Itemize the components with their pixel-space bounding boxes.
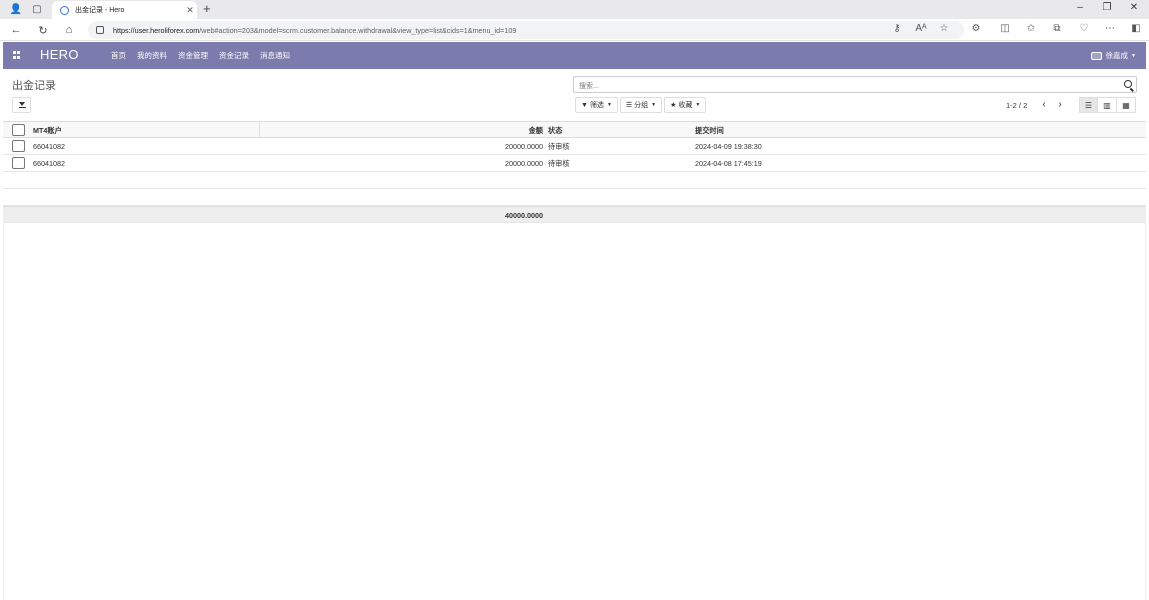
- profile-icon[interactable]: 👤: [9, 3, 23, 16]
- search-placeholder: 搜索...: [579, 83, 599, 90]
- favorites-button[interactable]: ★ 收藏 ▼: [664, 97, 707, 113]
- pivot-view-icon[interactable]: ▦: [1117, 97, 1136, 113]
- star-icon: ★: [670, 102, 677, 109]
- pager-previous-icon[interactable]: ‹: [1039, 99, 1049, 110]
- tab-actions-icon[interactable]: ▢: [30, 3, 44, 16]
- collections-icon[interactable]: ⧉: [1050, 23, 1064, 34]
- home-icon[interactable]: ⌂: [61, 22, 77, 38]
- column-header-amount[interactable]: 金额: [529, 126, 543, 136]
- graph-view-icon[interactable]: ▥: [1098, 97, 1117, 113]
- pager-next-icon[interactable]: ›: [1055, 99, 1065, 110]
- avatar: [1090, 51, 1102, 60]
- table-row[interactable]: 66041082 20000.0000 待审核 2024-04-09 19:38…: [3, 138, 1146, 155]
- cell-account: 66041082: [33, 159, 65, 168]
- menu-item-funds[interactable]: 资金管理: [178, 50, 208, 61]
- chevron-down-icon: ▼: [1131, 52, 1136, 59]
- total-amount: 40000.0000: [505, 211, 543, 220]
- caret-icon: ▼: [606, 102, 612, 108]
- empty-row: [3, 189, 1146, 206]
- column-header-status[interactable]: 状态: [548, 126, 562, 136]
- extensions-icon[interactable]: ⚙: [969, 23, 983, 34]
- key-icon[interactable]: ⚷: [890, 23, 904, 34]
- browser-address-bar: ← ↻ ⌂ https://user.heroliforex.com/web#a…: [0, 19, 1149, 41]
- minimize-icon[interactable]: –: [1070, 2, 1090, 13]
- apps-menu-icon[interactable]: [13, 51, 21, 59]
- cell-amount: 20000.0000: [505, 142, 543, 151]
- url-text: https://user.heroliforex.com/web#action=…: [113, 25, 517, 35]
- url-field[interactable]: https://user.heroliforex.com/web#action=…: [88, 21, 964, 39]
- split-screen-icon[interactable]: ◫: [998, 23, 1012, 34]
- groupby-button[interactable]: ☰ 分组 ▼: [619, 97, 663, 113]
- select-all-checkbox[interactable]: [12, 124, 25, 136]
- cell-account: 66041082: [33, 142, 65, 151]
- column-header-submit-time[interactable]: 提交时间: [695, 126, 724, 136]
- empty-row: [3, 172, 1146, 189]
- main-menu: 首页 我的资料 资金管理 资金记录 消息通知: [111, 50, 301, 61]
- cell-status: 待审核: [548, 142, 570, 151]
- download-icon: [18, 102, 25, 106]
- list-view-icon[interactable]: ☰: [1079, 97, 1098, 113]
- view-switcher: ☰ ▥ ▦: [1079, 97, 1136, 113]
- breadcrumb: 出金记录: [12, 80, 56, 92]
- caret-icon: ▼: [651, 102, 657, 108]
- list-view-table: MT4账户 金额 状态 提交时间 66041082 20000.0000 待审核…: [3, 121, 1146, 223]
- table-row[interactable]: 66041082 20000.0000 待审核 2024-04-08 17:45…: [3, 155, 1146, 172]
- search-options: ▼ 筛选 ▼ ☰ 分组 ▼ ★ 收藏 ▼: [575, 97, 707, 113]
- close-tab-icon[interactable]: ✕: [183, 5, 197, 16]
- cell-submit-time: 2024-04-08 17:45:19: [695, 159, 762, 168]
- column-header-account[interactable]: MT4账户: [33, 126, 62, 136]
- browser-tab-bar: 👤 ▢ 出金记录 - Hero ✕ + – ❐ ✕: [0, 0, 1149, 19]
- favorites-icon[interactable]: ✩: [1024, 23, 1038, 34]
- filter-icon: ▼: [581, 101, 588, 109]
- menu-item-notifications[interactable]: 消息通知: [260, 50, 290, 61]
- menu-item-fund-records[interactable]: 资金记录: [219, 50, 249, 61]
- content-area: [3, 222, 1146, 600]
- favorite-star-icon[interactable]: ☆: [937, 23, 951, 34]
- sidebar-icon[interactable]: ◧: [1129, 23, 1143, 34]
- row-checkbox[interactable]: [12, 157, 25, 169]
- tab-title: 出金记录 - Hero: [75, 7, 125, 14]
- restore-icon[interactable]: ❐: [1097, 2, 1117, 13]
- lock-icon: [96, 26, 104, 34]
- export-button[interactable]: [12, 97, 31, 113]
- refresh-icon[interactable]: ↻: [35, 22, 51, 38]
- menu-item-profile[interactable]: 我的资料: [137, 50, 167, 61]
- read-aloud-icon[interactable]: Aᴬ: [914, 23, 928, 34]
- more-options-icon[interactable]: ⋯: [1103, 23, 1117, 34]
- caret-icon: ▼: [695, 102, 701, 108]
- new-tab-icon[interactable]: +: [203, 1, 211, 16]
- menu-item-home[interactable]: 首页: [111, 50, 126, 61]
- table-header: MT4账户 金额 状态 提交时间: [3, 121, 1146, 138]
- search-input[interactable]: 搜索...: [573, 76, 1137, 93]
- browser-tab[interactable]: 出金记录 - Hero ✕: [52, 1, 197, 19]
- app-navbar: HERO 首页 我的资料 资金管理 资金记录 消息通知 徐嘉成 ▼: [3, 42, 1146, 69]
- table-footer: 40000.0000: [3, 206, 1146, 223]
- pager-value[interactable]: 1-2 / 2: [1006, 101, 1027, 110]
- bars-icon: ☰: [625, 102, 633, 109]
- search-icon[interactable]: [1124, 80, 1132, 88]
- filters-button[interactable]: ▼ 筛选 ▼: [575, 97, 618, 113]
- cell-submit-time: 2024-04-09 19:38:30: [695, 142, 762, 151]
- cell-amount: 20000.0000: [505, 159, 543, 168]
- user-name: 徐嘉成: [1105, 51, 1129, 60]
- user-menu[interactable]: 徐嘉成 ▼: [1090, 50, 1136, 61]
- back-icon[interactable]: ←: [8, 22, 24, 38]
- cell-status: 待审核: [548, 159, 570, 168]
- brand-name[interactable]: HERO: [40, 47, 79, 62]
- close-window-icon[interactable]: ✕: [1124, 2, 1144, 13]
- browser-essentials-icon[interactable]: ♡: [1077, 23, 1091, 34]
- site-favicon-icon: [60, 5, 69, 15]
- row-checkbox[interactable]: [12, 140, 25, 152]
